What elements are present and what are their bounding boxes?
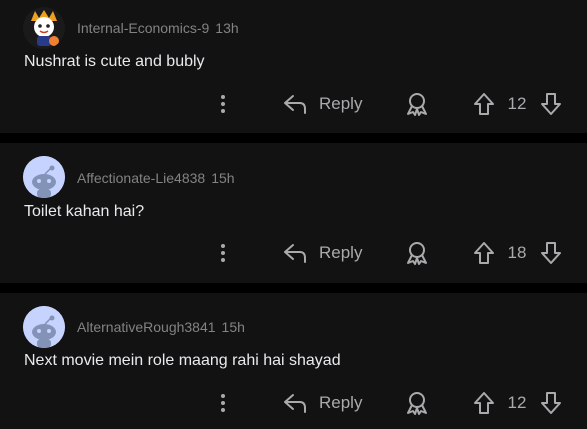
comment-actions: Reply 12 (0, 89, 587, 119)
vote-count: 12 (507, 94, 527, 113)
more-options-icon[interactable] (214, 242, 232, 264)
reply-icon[interactable] (282, 92, 308, 116)
comment-body: Next movie mein role maang rahi hai shay… (24, 352, 341, 369)
award-icon[interactable] (404, 390, 430, 416)
comment-body: Nushrat is cute and bubly (24, 53, 205, 70)
user-avatar[interactable] (23, 7, 65, 49)
downvote-icon[interactable] (539, 240, 563, 266)
downvote-icon[interactable] (539, 91, 563, 117)
comment-divider (0, 133, 587, 143)
timestamp: 15h (221, 319, 245, 335)
comment-1: Internal-Economics-9 13h Nushrat is cute … (0, 0, 587, 133)
award-icon[interactable] (404, 91, 430, 117)
reply-button[interactable]: Reply (319, 393, 362, 413)
comment-author-line: Affectionate-Lie4838 15h (77, 170, 235, 186)
comment-divider (0, 283, 587, 293)
timestamp: 13h (215, 20, 239, 36)
vote-count: 12 (507, 393, 527, 412)
comment-author-line: Internal-Economics-9 13h (77, 20, 239, 36)
username[interactable]: AlternativeRough3841 (77, 319, 216, 335)
user-avatar[interactable] (23, 156, 65, 198)
username[interactable]: Internal-Economics-9 (77, 20, 209, 36)
comment-3: AlternativeRough3841 15h Next movie mein … (0, 293, 587, 429)
more-options-icon[interactable] (214, 392, 232, 414)
upvote-icon[interactable] (472, 91, 496, 117)
award-icon[interactable] (404, 240, 430, 266)
vote-count: 18 (507, 243, 527, 262)
comment-body: Toilet kahan hai? (24, 203, 145, 220)
default-snoo-avatar-icon (23, 306, 65, 348)
comment-actions: Reply 12 (0, 388, 587, 418)
comment-actions: Reply 18 (0, 238, 587, 268)
custom-avatar-icon (23, 7, 65, 49)
default-snoo-avatar-icon (23, 156, 65, 198)
reply-button[interactable]: Reply (319, 94, 362, 114)
comment-author-line: AlternativeRough3841 15h (77, 319, 245, 335)
upvote-icon[interactable] (472, 240, 496, 266)
comment-2: Affectionate-Lie4838 15h Toilet kahan hai… (0, 143, 587, 283)
timestamp: 15h (211, 170, 235, 186)
upvote-icon[interactable] (472, 390, 496, 416)
reply-button[interactable]: Reply (319, 243, 362, 263)
reply-icon[interactable] (282, 241, 308, 265)
username[interactable]: Affectionate-Lie4838 (77, 170, 205, 186)
user-avatar[interactable] (23, 306, 65, 348)
reply-icon[interactable] (282, 391, 308, 415)
downvote-icon[interactable] (539, 390, 563, 416)
more-options-icon[interactable] (214, 93, 232, 115)
